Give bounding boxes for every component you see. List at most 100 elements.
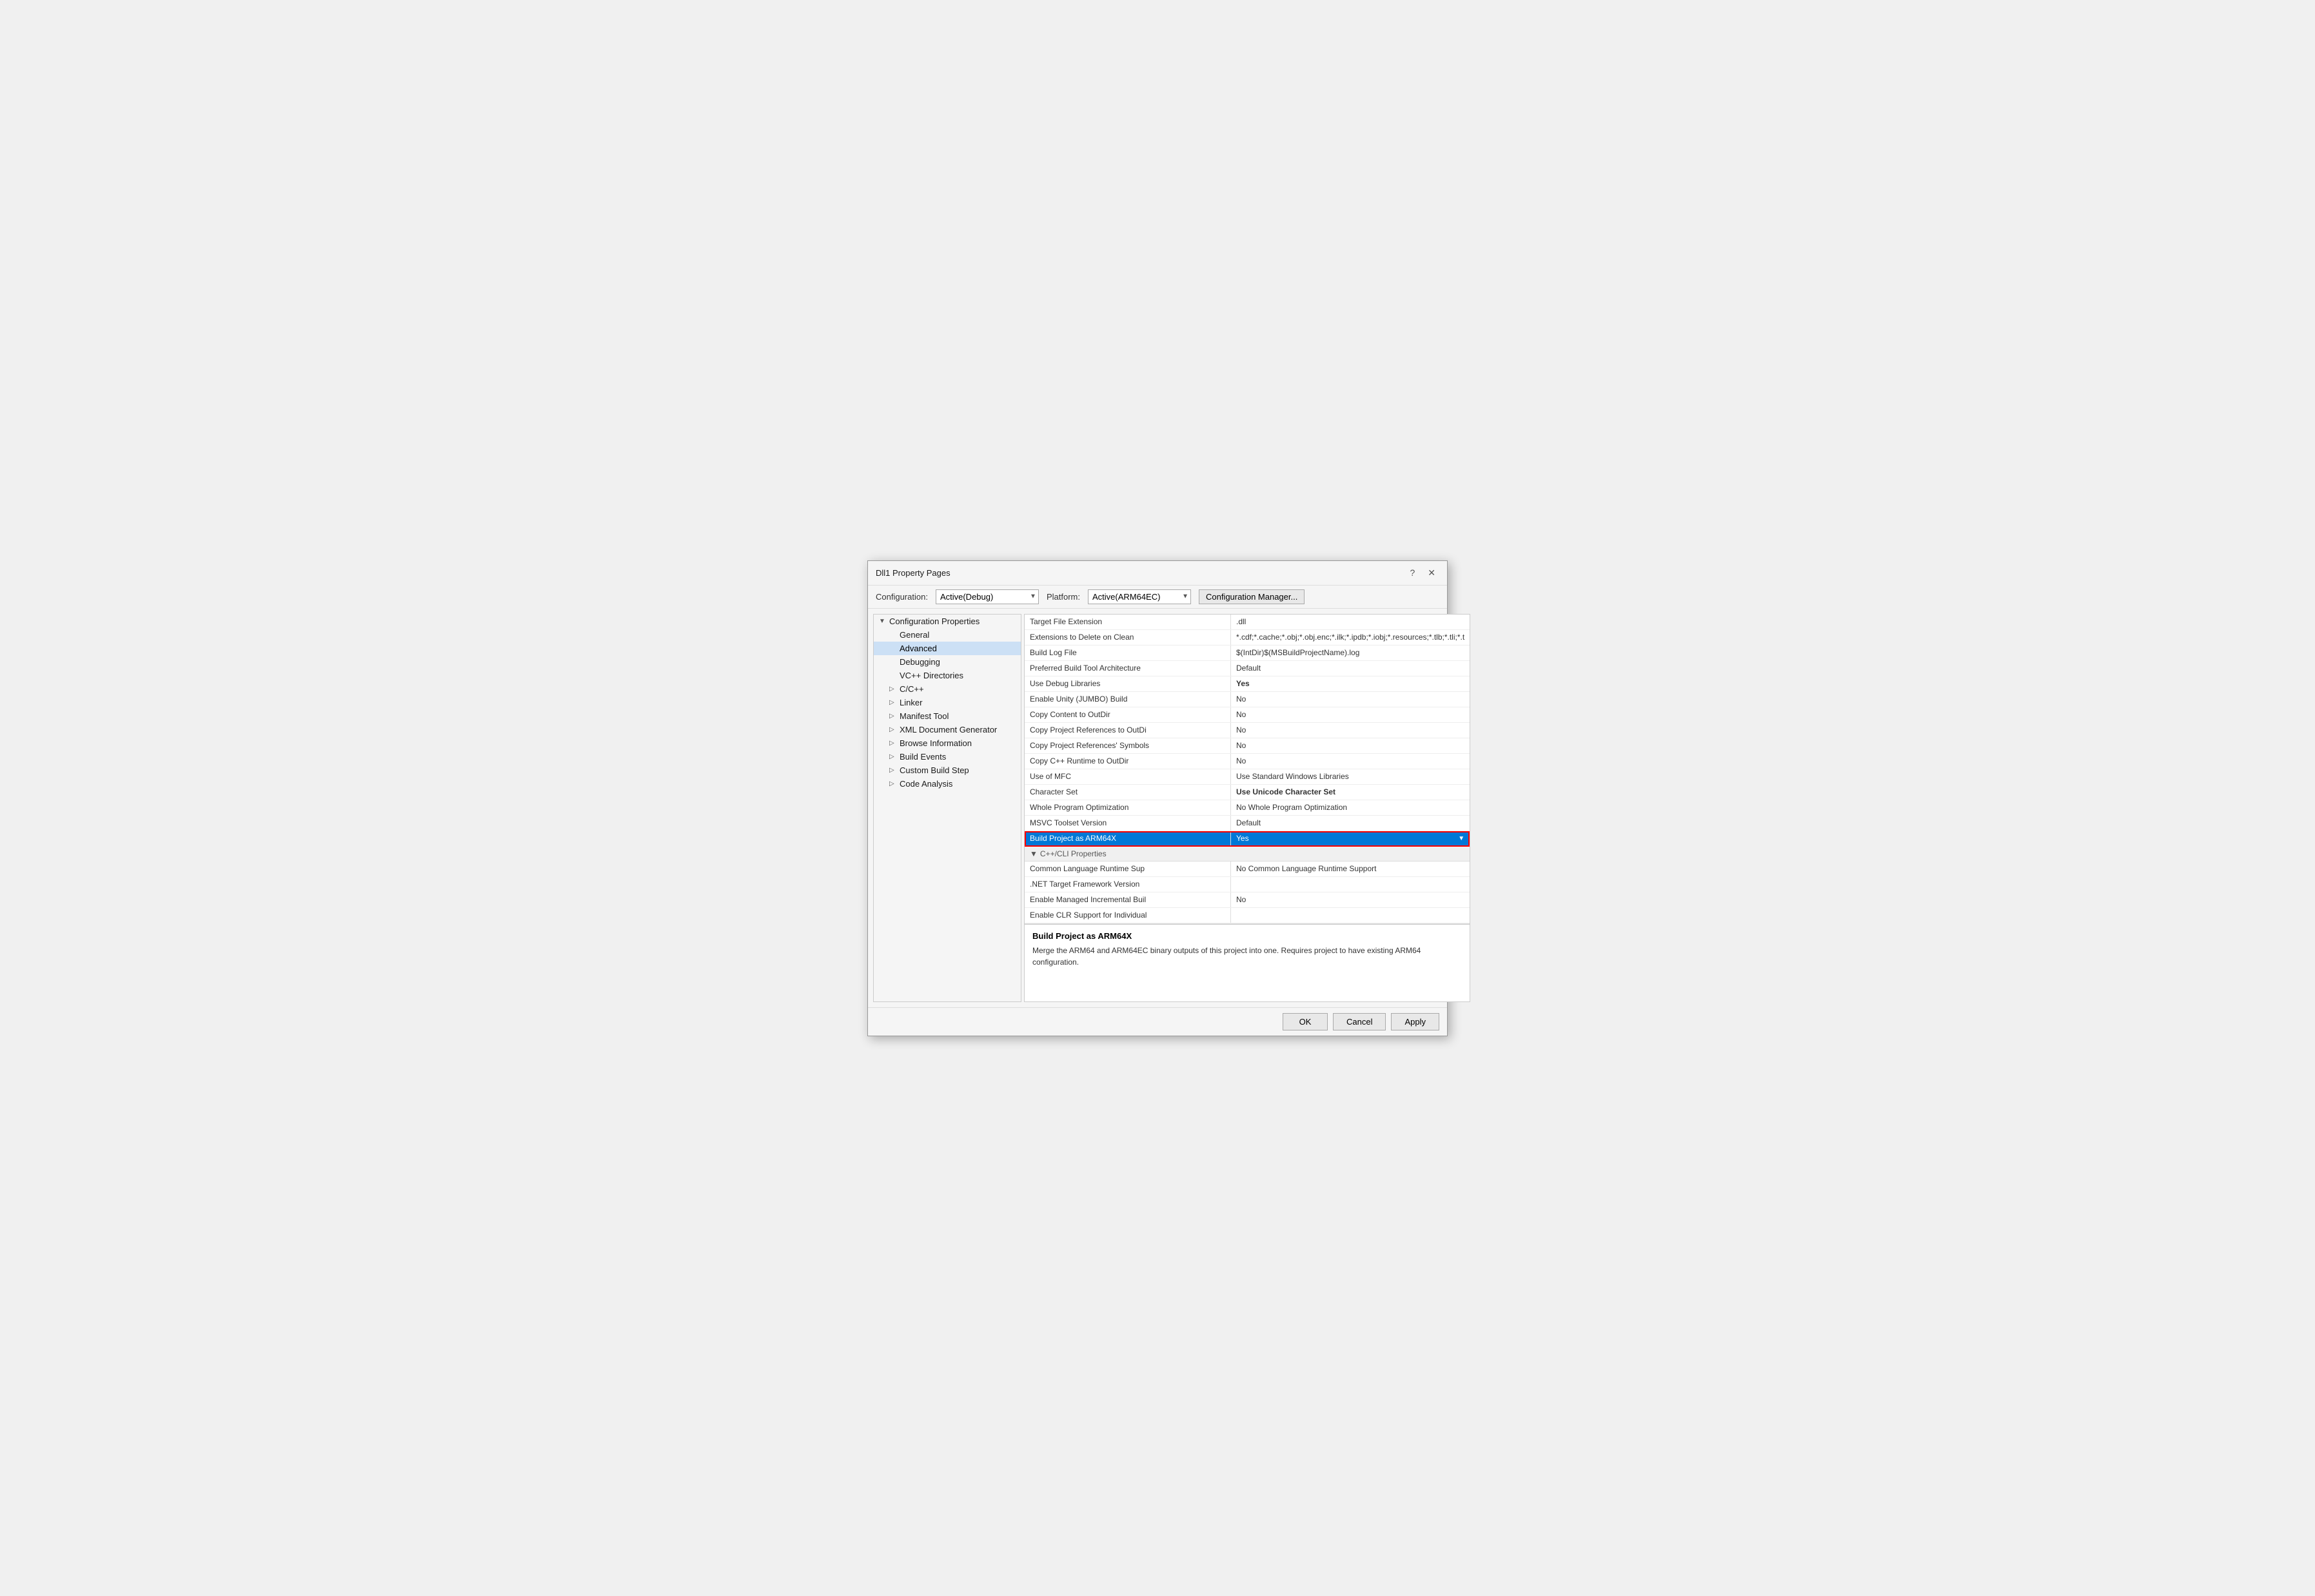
section-title: C++/CLI Properties: [1040, 849, 1107, 858]
prop-name: Target File Extension: [1025, 615, 1231, 629]
sidebar-arrow-cpp: ▷: [889, 685, 897, 693]
title-bar: Dll1 Property Pages ? ✕: [868, 561, 1447, 586]
sidebar-label-config-properties: Configuration Properties: [889, 616, 980, 626]
cancel-button[interactable]: Cancel: [1333, 1013, 1386, 1030]
sidebar-item-advanced[interactable]: Advanced: [874, 642, 1021, 655]
sidebar-label-manifest-tool: Manifest Tool: [900, 711, 949, 721]
main-content: ▼Configuration PropertiesGeneralAdvanced…: [868, 609, 1447, 1007]
description-title: Build Project as ARM64X: [1032, 931, 1462, 941]
prop-name: Preferred Build Tool Architecture: [1025, 661, 1231, 676]
sidebar-label-vc-dirs: VC++ Directories: [900, 671, 963, 680]
prop-row[interactable]: Copy C++ Runtime to OutDirNo: [1025, 754, 1470, 769]
prop-name: MSVC Toolset Version: [1025, 816, 1231, 831]
prop-row[interactable]: Character SetUse Unicode Character Set: [1025, 785, 1470, 800]
sidebar-arrow-linker: ▷: [889, 699, 897, 706]
sidebar-item-config-properties[interactable]: ▼Configuration Properties: [874, 615, 1021, 628]
prop-value: No: [1231, 892, 1470, 907]
prop-name: Whole Program Optimization: [1025, 800, 1231, 815]
prop-row[interactable]: .NET Target Framework Version: [1025, 877, 1470, 892]
prop-name: Build Log File: [1025, 645, 1231, 660]
prop-value: Use Standard Windows Libraries: [1231, 769, 1470, 784]
prop-row[interactable]: Enable CLR Support for Individual: [1025, 908, 1470, 923]
prop-value: $(IntDir)$(MSBuildProjectName).log: [1231, 645, 1470, 660]
platform-select[interactable]: Active(ARM64EC): [1088, 589, 1191, 604]
prop-row[interactable]: Build Log File$(IntDir)$(MSBuildProjectN…: [1025, 645, 1470, 661]
prop-name: Character Set: [1025, 785, 1231, 800]
sidebar-arrow-custom-build: ▷: [889, 767, 897, 774]
help-button[interactable]: ?: [1406, 566, 1419, 580]
right-panel: Target File Extension.dllExtensions to D…: [1024, 614, 1470, 1002]
prop-row[interactable]: MSVC Toolset VersionDefault: [1025, 816, 1470, 831]
prop-value: Default: [1231, 661, 1470, 676]
prop-row[interactable]: Preferred Build Tool ArchitectureDefault: [1025, 661, 1470, 676]
sidebar-item-linker[interactable]: ▷Linker: [874, 696, 1021, 709]
platform-select-wrapper: Active(ARM64EC) ▼: [1088, 589, 1191, 604]
prop-row[interactable]: Build Project as ARM64XYes▼: [1025, 831, 1470, 847]
prop-name: Enable Unity (JUMBO) Build: [1025, 692, 1231, 707]
sidebar-item-cpp[interactable]: ▷C/C++: [874, 682, 1021, 696]
prop-row[interactable]: Target File Extension.dll: [1025, 615, 1470, 630]
ok-button[interactable]: OK: [1283, 1013, 1328, 1030]
sidebar-item-general[interactable]: General: [874, 628, 1021, 642]
prop-value: No: [1231, 723, 1470, 738]
config-bar: Configuration: Active(Debug) ▼ Platform:…: [868, 586, 1447, 609]
prop-row[interactable]: Common Language Runtime SupNo Common Lan…: [1025, 862, 1470, 877]
prop-row[interactable]: Copy Project References to OutDiNo: [1025, 723, 1470, 738]
prop-value: [1231, 877, 1470, 892]
sidebar-item-vc-dirs[interactable]: VC++ Directories: [874, 669, 1021, 682]
prop-row[interactable]: Use Debug LibrariesYes: [1025, 676, 1470, 692]
prop-name: Copy Project References' Symbols: [1025, 738, 1231, 753]
props-content: Target File Extension.dllExtensions to D…: [1025, 615, 1470, 924]
property-pages-dialog: Dll1 Property Pages ? ✕ Configuration: A…: [867, 560, 1448, 1036]
config-select-wrapper: Active(Debug) ▼: [936, 589, 1039, 604]
sidebar-arrow-manifest-tool: ▷: [889, 713, 897, 720]
title-bar-controls: ? ✕: [1406, 566, 1439, 580]
prop-value: No: [1231, 707, 1470, 722]
sidebar-item-build-events[interactable]: ▷Build Events: [874, 750, 1021, 764]
prop-value: *.cdf;*.cache;*.obj;*.obj.enc;*.ilk;*.ip…: [1231, 630, 1470, 645]
prop-name: Copy Content to OutDir: [1025, 707, 1231, 722]
apply-button[interactable]: Apply: [1391, 1013, 1439, 1030]
sidebar-item-browse-info[interactable]: ▷Browse Information: [874, 736, 1021, 750]
sidebar-item-xml-doc[interactable]: ▷XML Document Generator: [874, 723, 1021, 736]
section-arrow: ▼: [1030, 849, 1038, 858]
prop-value: No Whole Program Optimization: [1231, 800, 1470, 815]
prop-row[interactable]: Enable Unity (JUMBO) BuildNo: [1025, 692, 1470, 707]
sidebar-item-debugging[interactable]: Debugging: [874, 655, 1021, 669]
dialog-title: Dll1 Property Pages: [876, 568, 951, 578]
platform-label: Platform:: [1047, 592, 1080, 602]
prop-name: Copy C++ Runtime to OutDir: [1025, 754, 1231, 769]
prop-value: No: [1231, 738, 1470, 753]
prop-row[interactable]: Extensions to Delete on Clean*.cdf;*.cac…: [1025, 630, 1470, 645]
description-panel: Build Project as ARM64X Merge the ARM64 …: [1025, 924, 1470, 1001]
prop-row[interactable]: Copy Project References' SymbolsNo: [1025, 738, 1470, 754]
prop-row[interactable]: Use of MFCUse Standard Windows Libraries: [1025, 769, 1470, 785]
footer: OK Cancel Apply: [868, 1007, 1447, 1036]
config-manager-button[interactable]: Configuration Manager...: [1199, 589, 1305, 604]
prop-value: Default: [1231, 816, 1470, 831]
dropdown-arrow-icon[interactable]: ▼: [1458, 835, 1464, 842]
props-table: Target File Extension.dllExtensions to D…: [1025, 615, 1470, 924]
sidebar-arrow-code-analysis: ▷: [889, 780, 897, 787]
prop-row[interactable]: Enable Managed Incremental BuilNo: [1025, 892, 1470, 908]
sidebar-item-custom-build[interactable]: ▷Custom Build Step: [874, 764, 1021, 777]
configuration-select[interactable]: Active(Debug): [936, 589, 1039, 604]
prop-value: Yes: [1231, 676, 1470, 691]
sidebar-label-linker: Linker: [900, 698, 922, 707]
sidebar-label-debugging: Debugging: [900, 657, 940, 667]
config-label: Configuration:: [876, 592, 928, 602]
prop-name: .NET Target Framework Version: [1025, 877, 1231, 892]
sidebar-label-advanced: Advanced: [900, 644, 937, 653]
prop-value: No: [1231, 754, 1470, 769]
prop-row[interactable]: Whole Program OptimizationNo Whole Progr…: [1025, 800, 1470, 816]
sidebar-arrow-xml-doc: ▷: [889, 726, 897, 733]
props-wrapper: Target File Extension.dllExtensions to D…: [1025, 615, 1470, 924]
sidebar-item-code-analysis[interactable]: ▷Code Analysis: [874, 777, 1021, 791]
section-header-cpp-cli[interactable]: ▼C++/CLI Properties: [1025, 847, 1470, 862]
prop-value: No Common Language Runtime Support: [1231, 862, 1470, 876]
prop-value: [1231, 908, 1470, 923]
prop-name: Build Project as ARM64X: [1025, 831, 1231, 846]
sidebar-item-manifest-tool[interactable]: ▷Manifest Tool: [874, 709, 1021, 723]
prop-row[interactable]: Copy Content to OutDirNo: [1025, 707, 1470, 723]
close-button[interactable]: ✕: [1424, 566, 1439, 580]
